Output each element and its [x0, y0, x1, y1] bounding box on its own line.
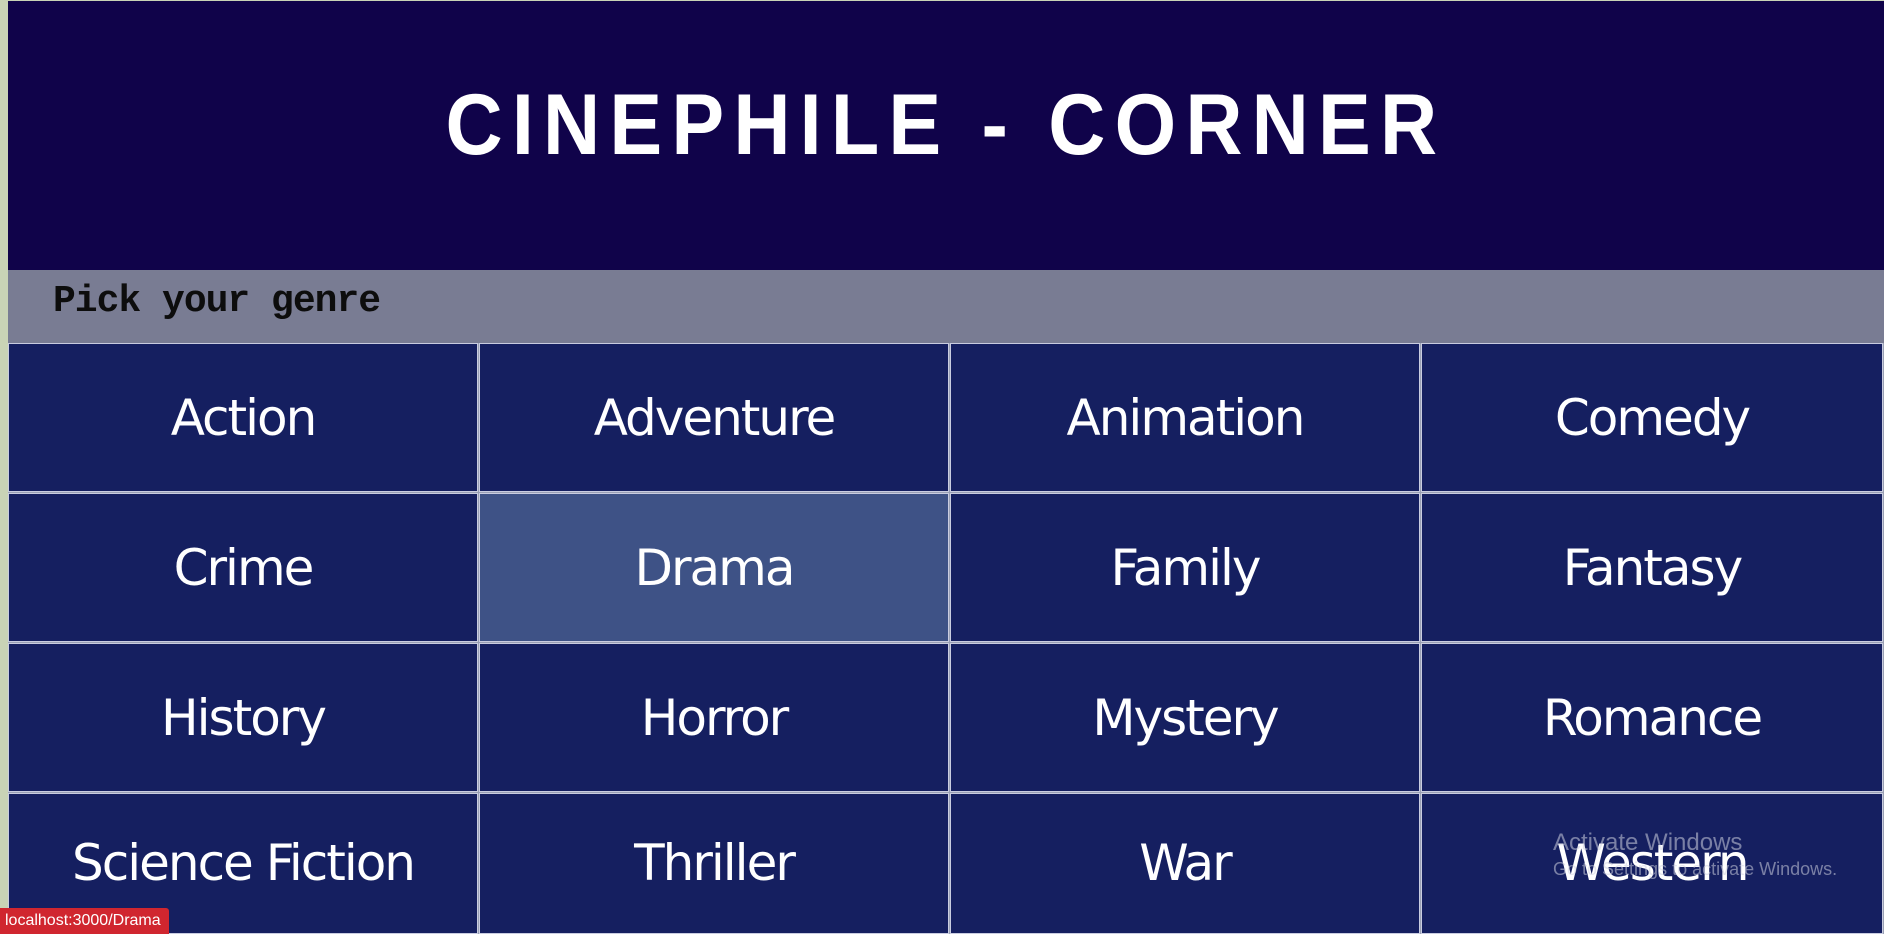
genre-tile-animation[interactable]: Animation	[950, 343, 1420, 492]
genre-heading: Pick your genre	[53, 280, 381, 323]
genre-tile-adventure[interactable]: Adventure	[479, 343, 949, 492]
genre-tile-comedy[interactable]: Comedy	[1421, 343, 1883, 492]
genre-tile-western[interactable]: Western	[1421, 793, 1883, 934]
genre-section-bar: Pick your genre	[8, 270, 1884, 343]
genre-tile-history[interactable]: History	[8, 643, 478, 792]
genre-tile-fantasy[interactable]: Fantasy	[1421, 493, 1883, 642]
app-page: CINEPHILE - CORNER Pick your genre Actio…	[8, 1, 1884, 934]
site-title: CINEPHILE - CORNER	[445, 76, 1447, 173]
genre-tile-horror[interactable]: Horror	[479, 643, 949, 792]
genre-tile-action[interactable]: Action	[8, 343, 478, 492]
genre-tile-mystery[interactable]: Mystery	[950, 643, 1420, 792]
genre-tile-crime[interactable]: Crime	[8, 493, 478, 642]
genre-tile-family[interactable]: Family	[950, 493, 1420, 642]
status-bar-url: localhost:3000/Drama	[0, 908, 169, 934]
site-header: CINEPHILE - CORNER	[8, 1, 1884, 270]
genre-tile-drama[interactable]: Drama	[479, 493, 949, 642]
genre-tile-romance[interactable]: Romance	[1421, 643, 1883, 792]
genre-tile-war[interactable]: War	[950, 793, 1420, 934]
genre-tile-thriller[interactable]: Thriller	[479, 793, 949, 934]
genre-grid: Action Adventure Animation Comedy Crime …	[8, 343, 1884, 934]
